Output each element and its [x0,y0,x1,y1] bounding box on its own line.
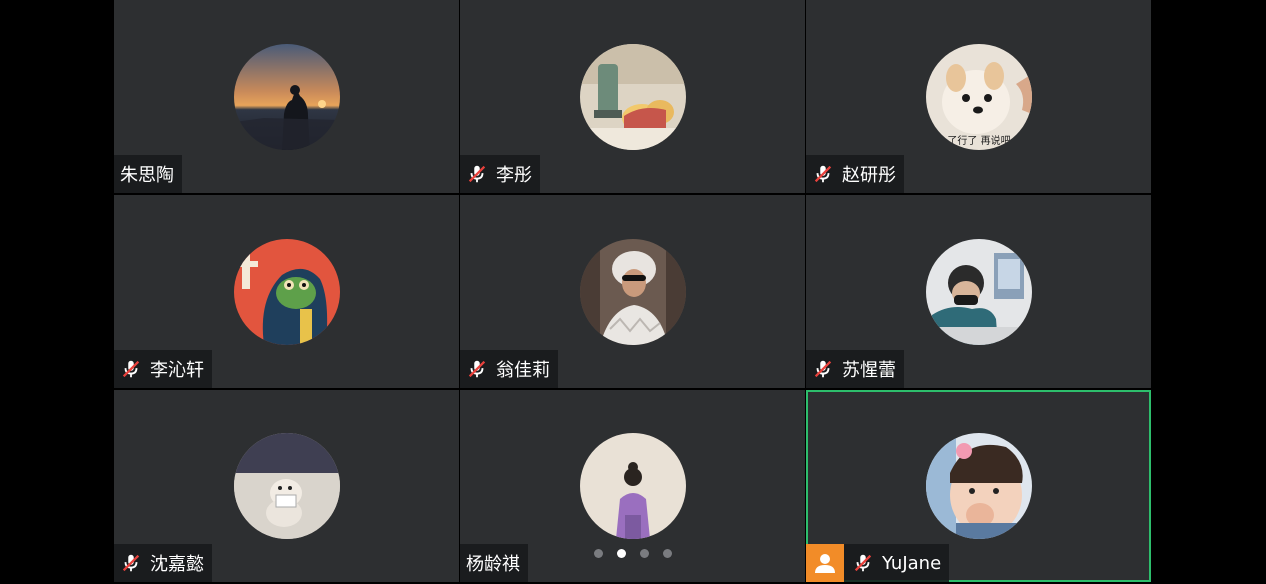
participant-name: 杨龄祺 [466,554,520,575]
nameplate: 翁佳莉 [460,350,558,388]
avatar [925,238,1032,345]
avatar [579,433,686,539]
mic-off-icon [468,165,486,183]
avatar [925,433,1032,539]
participant-tile[interactable]: 了行了 再说吧 赵研彤 [806,0,1151,193]
avatar-caption: 了行了 再说吧 [947,134,1010,147]
participant-name: 苏惺蕾 [842,360,896,381]
participant-name: 朱思陶 [120,165,174,186]
page-indicator[interactable] [594,549,672,558]
participant-tile-self[interactable]: YuJane [806,390,1151,582]
page-dot-2[interactable] [617,549,626,558]
page-dot-1[interactable] [594,549,603,558]
participant-name: 沈嘉懿 [150,554,204,575]
participant-tile[interactable]: 李沁轩 [114,195,459,388]
mic-off-icon [814,360,832,378]
participant-name: 李彤 [496,165,532,186]
mic-off-icon [854,554,872,572]
mic-off-icon [468,360,486,378]
participant-name: YuJane [882,552,942,574]
participant-name: 赵研彤 [842,165,896,186]
page-dot-3[interactable] [640,549,649,558]
participant-name: 翁佳莉 [496,360,550,381]
nameplate: 朱思陶 [114,155,182,193]
avatar [579,43,686,150]
nameplate: 李彤 [460,155,540,193]
avatar [233,43,340,150]
mic-off-icon [122,360,140,378]
participant-tile[interactable]: 沈嘉懿 [114,390,459,582]
nameplate: 李沁轩 [114,350,212,388]
participant-tile[interactable]: 李彤 [460,0,805,193]
participant-name: 李沁轩 [150,360,204,381]
avatar [233,433,340,539]
nameplate: 苏惺蕾 [806,350,904,388]
mic-off-icon [122,554,140,572]
user-icon [815,554,835,573]
avatar [579,238,686,345]
nameplate: 赵研彤 [806,155,904,193]
nameplate: 杨龄祺 [460,544,528,582]
page-dot-4[interactable] [663,549,672,558]
self-badge [806,544,844,582]
nameplate: 沈嘉懿 [114,544,212,582]
participant-tile[interactable]: 苏惺蕾 [806,195,1151,388]
participant-tile[interactable]: 朱思陶 [114,0,459,193]
mic-off-icon [814,165,832,183]
avatar: 了行了 再说吧 [925,43,1032,150]
nameplate: YuJane [806,544,950,582]
avatar [233,238,340,345]
participant-grid: 朱思陶 李彤 了行了 再说吧 赵研彤 李沁轩 翁佳莉 苏惺蕾 沈嘉懿 杨龄祺 Y… [114,0,1152,584]
participant-tile[interactable]: 翁佳莉 [460,195,805,388]
